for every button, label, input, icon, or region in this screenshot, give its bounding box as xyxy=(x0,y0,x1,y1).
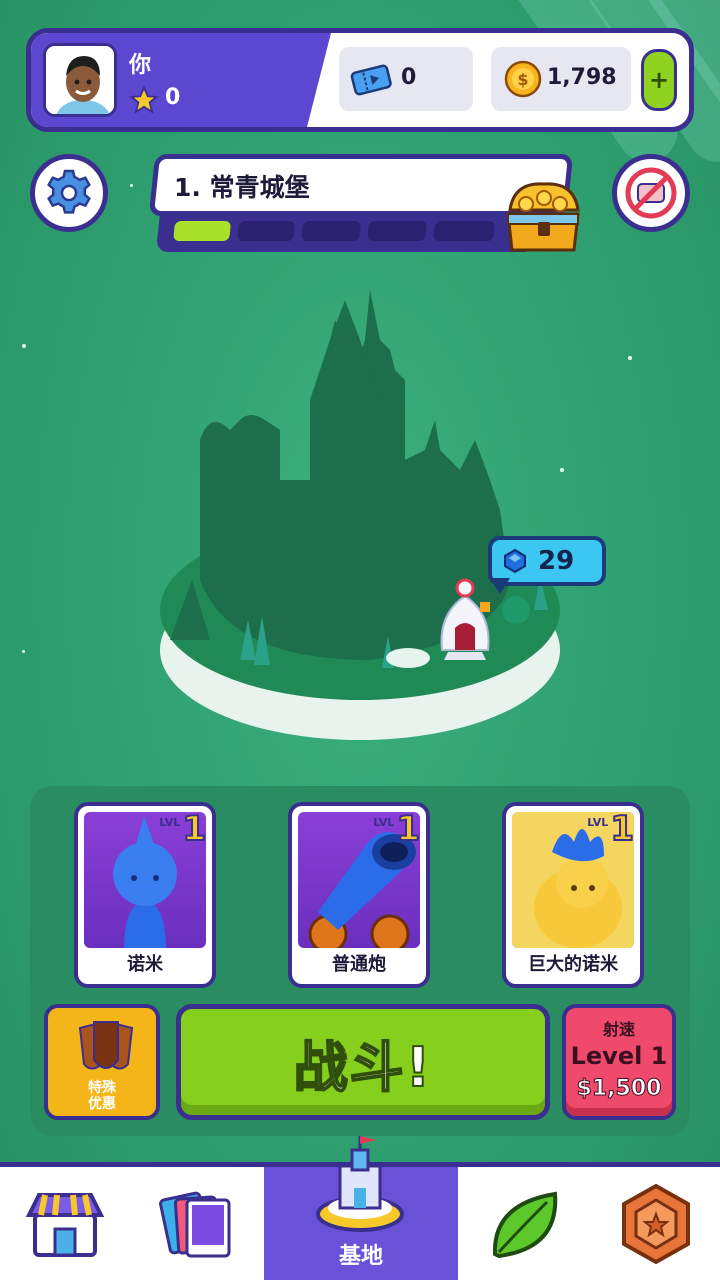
unit-card-nomi[interactable]: LVL 1 诺米 xyxy=(74,802,216,988)
player-name: 你 xyxy=(129,53,152,78)
progress-segment xyxy=(237,221,296,241)
gem-count: 29 xyxy=(538,546,575,576)
nav-tab-achievements[interactable] xyxy=(592,1167,720,1280)
gem-bubble-tail xyxy=(490,578,510,594)
fight-button[interactable]: 战斗! xyxy=(176,1004,550,1120)
treasure-chest-icon[interactable] xyxy=(496,164,592,260)
avatar[interactable] xyxy=(43,43,117,117)
fire-rate-price: $1,500 xyxy=(576,1076,662,1102)
fire-rate-upgrade-button[interactable]: 射速 Level 1 $1,500 xyxy=(562,1004,676,1120)
sparkle xyxy=(560,468,564,472)
star-icon xyxy=(129,85,159,114)
add-coins-button[interactable]: + xyxy=(641,49,677,111)
nav-tab-cards[interactable] xyxy=(130,1167,264,1280)
no-ads-button[interactable] xyxy=(612,154,690,232)
special-offer-label: 特殊 优惠 xyxy=(88,1080,116,1112)
special-offer-button[interactable]: 特殊 优惠 xyxy=(44,1004,160,1120)
sparkle xyxy=(628,356,632,360)
fire-rate-level: Level 1 xyxy=(570,1042,668,1070)
shop-icon xyxy=(25,1192,105,1257)
settings-button[interactable] xyxy=(30,154,108,232)
sparkle xyxy=(22,344,26,348)
unit-card-cannon[interactable]: LVL 1 普通炮 xyxy=(288,802,430,988)
progress-segment xyxy=(367,221,428,241)
badge-icon xyxy=(622,1183,690,1264)
card-name: 巨大的诺米 xyxy=(528,954,618,975)
coin-icon: $ xyxy=(504,60,542,98)
sparkle xyxy=(22,650,25,653)
coin-count: 1,798 xyxy=(547,65,617,90)
ticket-icon xyxy=(350,64,392,96)
nav-tab-nature[interactable] xyxy=(458,1167,592,1280)
top-bar: 你 0 0 $ 1,798 + xyxy=(26,28,694,132)
gem-icon xyxy=(504,548,526,574)
progress-segment xyxy=(301,221,362,241)
base-icon xyxy=(316,1136,404,1232)
card-level-tag: LVL 1 xyxy=(159,809,207,849)
card-level-tag: LVL 1 xyxy=(373,809,421,849)
nav-tab-base-label: 基地 xyxy=(338,1244,383,1269)
ticket-counter[interactable]: 0 xyxy=(339,47,473,111)
fight-button-label: 战斗! xyxy=(293,1035,433,1100)
leaf-icon xyxy=(492,1191,558,1258)
card-level-tag: LVL 1 xyxy=(587,809,635,849)
gear-icon xyxy=(47,169,91,214)
coin-counter[interactable]: $ 1,798 xyxy=(491,47,631,111)
player-stars: 0 xyxy=(165,85,181,110)
fire-rate-title: 射速 xyxy=(602,1020,635,1039)
unit-card-giant-nomi[interactable]: LVL 1 巨大的诺米 xyxy=(502,802,644,988)
no-ads-icon xyxy=(625,167,677,219)
progress-segment-filled xyxy=(173,221,232,241)
level-progress-bar xyxy=(155,212,541,252)
card-name: 普通炮 xyxy=(332,954,386,975)
cards-icon xyxy=(159,1191,231,1257)
progress-segment xyxy=(433,221,496,241)
cards-fan-icon xyxy=(78,1021,134,1070)
level-title: 1. 常青城堡 xyxy=(174,173,310,202)
nav-tab-shop[interactable] xyxy=(0,1167,130,1280)
card-name: 诺米 xyxy=(127,954,163,975)
svg-text:$: $ xyxy=(517,70,528,89)
ticket-count: 0 xyxy=(401,65,417,90)
sparkle xyxy=(130,184,133,187)
